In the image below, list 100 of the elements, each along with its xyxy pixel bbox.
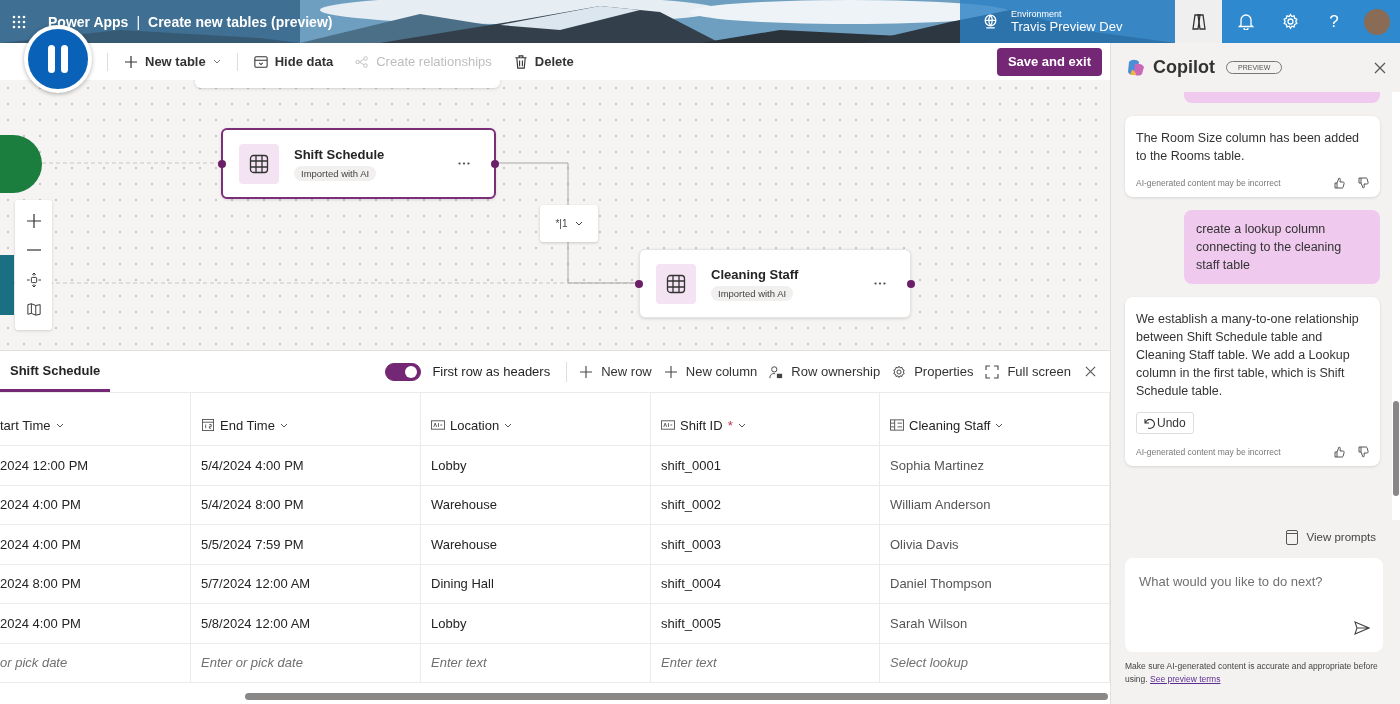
table-tab[interactable]: Shift Schedule <box>0 351 111 392</box>
table-cell: 5/7/2024 12:00 AM <box>191 564 421 603</box>
view-prompts-button[interactable]: View prompts <box>1279 528 1382 546</box>
chevron-down-icon <box>55 422 64 428</box>
more-icon[interactable] <box>458 162 470 165</box>
relationship-button[interactable]: *|1 <box>540 205 598 242</box>
thumbs-up-icon[interactable] <box>1333 446 1345 458</box>
toolbar-button[interactable]: Delete <box>507 54 580 69</box>
lookup-icon <box>890 419 904 431</box>
table-cell: 2024 12:00 PM <box>0 446 191 485</box>
table-cell: Warehouse <box>421 485 651 524</box>
text-field-icon <box>431 419 445 431</box>
table-node[interactable] <box>0 255 14 315</box>
table-cell: 5/4/2024 4:00 PM <box>191 446 421 485</box>
globe-icon <box>982 13 999 30</box>
column-header[interactable]: Location <box>421 393 651 445</box>
save-and-exit-button[interactable]: Save and exit <box>996 47 1102 76</box>
toolbar-button[interactable]: New table <box>118 54 227 69</box>
chevron-down-icon <box>995 422 1004 428</box>
ai-tag: Imported with AI <box>294 165 377 181</box>
table-action-button[interactable]: Row ownership <box>769 351 893 392</box>
table-cell: shift_0001 <box>651 446 880 485</box>
separator: | <box>136 13 141 30</box>
message-text: We establish a many-to-one relationship between Shift Schedule table and Cleaning Staff table. We add a Lookup column in the first table, which is Shift Schedule table. <box>1136 311 1360 400</box>
scrollbar[interactable] <box>245 693 1108 700</box>
new-row-input[interactable]: Enter text <box>421 643 651 682</box>
table-action-button[interactable]: New column <box>663 351 770 392</box>
port-dot[interactable] <box>491 159 499 168</box>
copilot-title: Copilot <box>1153 57 1215 78</box>
table-cell: 2024 4:00 PM <box>0 485 191 524</box>
pause-icon <box>46 45 70 73</box>
column-header[interactable]: Shift ID * <box>651 393 880 445</box>
undo-button[interactable]: Undo <box>1136 412 1194 434</box>
port-dot[interactable] <box>218 159 226 168</box>
table-node[interactable]: Shift Schedule Imported with AI <box>221 128 496 199</box>
settings-icon <box>892 364 907 379</box>
prompt-input[interactable]: What would you like to do next? <box>1125 558 1383 652</box>
column-label: Shift ID <box>680 417 723 433</box>
table-action-button[interactable]: Properties <box>892 351 986 392</box>
thumbs-down-icon[interactable] <box>1357 177 1369 189</box>
node-title: Cleaning Staff <box>711 266 799 282</box>
port-dot[interactable] <box>635 279 643 288</box>
chevron-down-icon <box>574 221 583 226</box>
toolbar-button[interactable]: Hide data <box>247 54 340 69</box>
fit-view-icon[interactable] <box>26 272 41 287</box>
plus-icon <box>124 54 138 69</box>
new-row-input[interactable]: Enter text <box>651 643 880 682</box>
scrollbar[interactable] <box>1393 401 1399 496</box>
table-cell: 2024 4:00 PM <box>0 525 191 564</box>
table-cell: 5/5/2024 7:59 PM <box>191 525 421 564</box>
close-icon[interactable] <box>1085 366 1096 377</box>
thumbs-down-icon[interactable] <box>1357 446 1369 458</box>
table-action-button[interactable]: New row <box>579 351 664 392</box>
column-label: Cleaning Staff <box>909 417 991 433</box>
new-row-input[interactable]: or pick date <box>0 643 191 682</box>
person-lock-icon <box>769 364 784 379</box>
chevron-down-icon <box>279 422 288 428</box>
send-icon[interactable] <box>1354 621 1370 635</box>
table-cell: shift_0003 <box>651 525 880 564</box>
column-label: End Time <box>220 417 275 433</box>
port-dot[interactable] <box>907 279 915 288</box>
calendar-icon <box>201 419 215 431</box>
settings-icon <box>1281 13 1299 30</box>
table-cell: 5/8/2024 12:00 AM <box>191 604 421 643</box>
environment-picker[interactable]: Environment Travis Preview Dev <box>960 0 1175 43</box>
copilot-button[interactable] <box>1175 0 1222 43</box>
app-name[interactable]: Power Apps <box>48 13 129 30</box>
message-text: The Room Size column has been added to the Rooms table. <box>1136 130 1361 165</box>
table-cell: Lobby <box>421 604 651 643</box>
bell-icon <box>1238 13 1254 30</box>
plus-icon <box>663 364 678 379</box>
full-screen-icon <box>985 364 1000 379</box>
prompt-book-icon <box>1285 529 1298 545</box>
trash-icon <box>513 54 528 69</box>
table-cell: shift_0005 <box>651 604 880 643</box>
more-icon[interactable] <box>874 282 886 285</box>
environment-label: Environment <box>1011 9 1063 19</box>
map-icon[interactable] <box>26 302 41 317</box>
app-launcher-icon[interactable] <box>12 14 26 29</box>
column-label: Location <box>450 417 500 433</box>
preview-terms-link[interactable]: See preview terms <box>1150 674 1221 684</box>
toggle-switch[interactable] <box>385 362 422 381</box>
disclaimer-text: Make sure AI-generated content is accurate and appropriate before using. See preview terms <box>1125 660 1379 686</box>
node-title: Shift Schedule <box>294 146 385 162</box>
column-header[interactable]: tart Time <box>0 393 191 445</box>
table-action-button[interactable]: Full screen <box>985 351 1083 392</box>
page-title: Create new tables (preview) <box>148 13 333 30</box>
copilot-logo <box>1126 57 1146 78</box>
table-cell: Lobby <box>421 446 651 485</box>
table-icon <box>656 263 696 304</box>
thumbs-up-icon[interactable] <box>1333 177 1345 189</box>
table-cell: shift_0004 <box>651 564 880 603</box>
zoom-in-icon[interactable] <box>26 213 41 228</box>
copilot-icon <box>1189 12 1208 31</box>
required-mark: * <box>727 417 733 433</box>
column-header[interactable]: End Time <box>191 393 421 445</box>
table-cell: 5/4/2024 8:00 PM <box>191 485 421 524</box>
new-row-input[interactable]: Enter or pick date <box>191 643 421 682</box>
plus-icon <box>579 364 594 379</box>
close-icon[interactable] <box>1374 61 1386 74</box>
